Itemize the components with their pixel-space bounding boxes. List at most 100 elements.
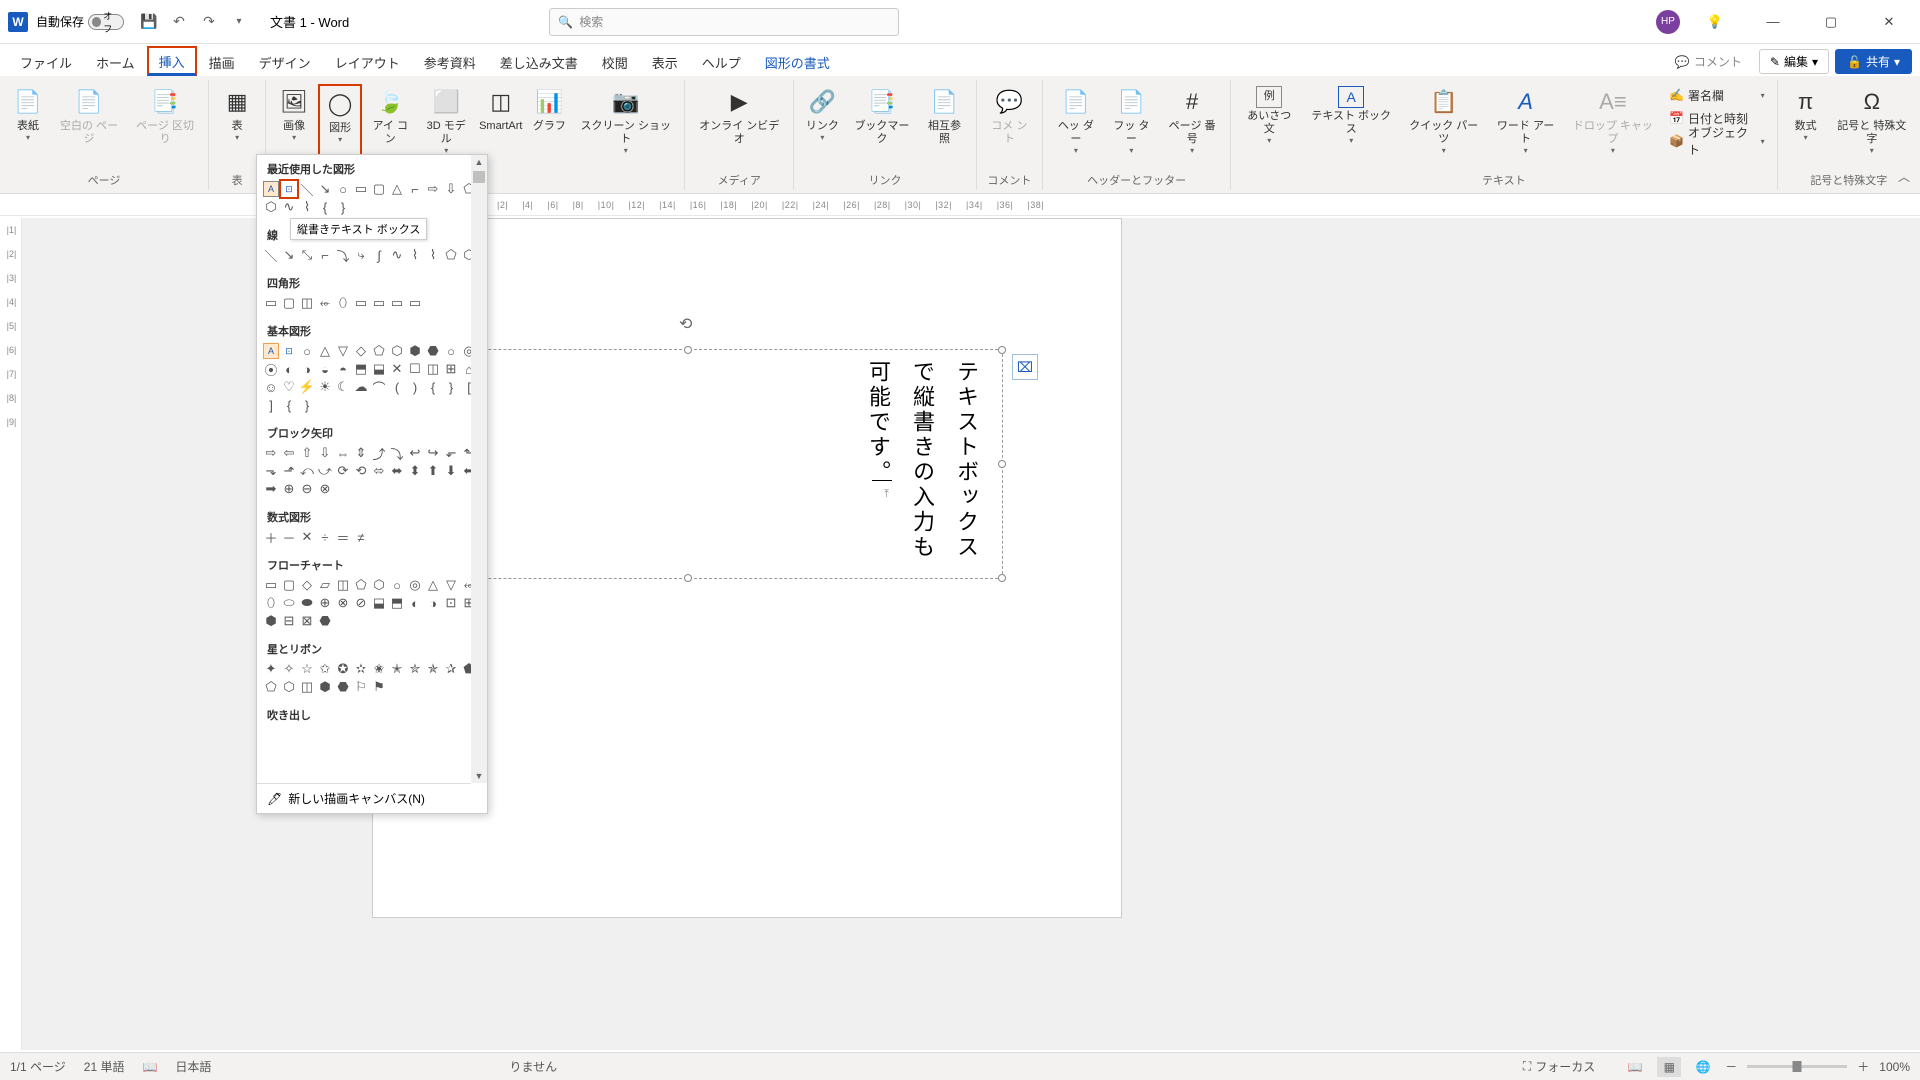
equation-button[interactable]: π数式▾ [1784, 84, 1828, 164]
page-indicator[interactable]: 1/1 ページ [10, 1058, 66, 1075]
shape-line2[interactable]: ＼ [263, 247, 279, 263]
shape-arrow-r[interactable]: ⇨ [425, 181, 441, 197]
minimize-button[interactable]: ― [1750, 7, 1796, 37]
layout-options-button[interactable]: ⌧ [1012, 354, 1038, 380]
comment-button[interactable]: 💬コメント [1664, 49, 1753, 74]
shape-freeform[interactable]: ⌇ [299, 199, 315, 215]
textbox-content[interactable]: テキストボックスで縦書きの入力も可能です。 [856, 360, 988, 578]
page-number-button[interactable]: #ページ 番号▾ [1160, 84, 1224, 164]
help-tips-icon[interactable]: 💡 [1692, 7, 1738, 37]
close-button[interactable]: ✕ [1866, 7, 1912, 37]
scroll-up-icon[interactable]: ▲ [471, 155, 487, 169]
tab-design[interactable]: デザイン [247, 47, 323, 76]
undo-icon[interactable]: ↶ [166, 9, 192, 35]
screenshot-button[interactable]: 📷スクリーン ショット▾ [573, 84, 678, 164]
user-avatar[interactable]: HP [1656, 10, 1680, 34]
focus-mode-button[interactable]: ⛶ フォーカス [1523, 1058, 1595, 1075]
shape-corner[interactable]: ⌐ [407, 181, 423, 197]
shape-line[interactable]: ＼ [299, 181, 315, 197]
tab-view[interactable]: 表示 [640, 47, 690, 76]
language-indicator[interactable]: 日本語 [175, 1058, 211, 1075]
search-input[interactable]: 🔍 検索 [549, 8, 899, 36]
tab-file[interactable]: ファイル [8, 47, 84, 76]
3d-models-button[interactable]: ⬜3D モデル▾ [418, 84, 474, 164]
tab-review[interactable]: 校閲 [590, 47, 640, 76]
bookmark-button[interactable]: 📑ブックマーク [846, 84, 917, 164]
tab-home[interactable]: ホーム [84, 47, 147, 76]
read-mode-button[interactable]: 📖 [1623, 1057, 1647, 1077]
shape-rect[interactable]: ▭ [353, 181, 369, 197]
print-layout-button[interactable]: ▦ [1657, 1057, 1681, 1077]
icons-button[interactable]: 🍃アイ コン [364, 84, 416, 164]
link-button[interactable]: 🔗リンク▾ [800, 84, 844, 164]
edit-mode-button[interactable]: ✎編集 ▾ [1759, 49, 1829, 74]
vertical-ruler[interactable]: |1||2||3||4||5||6||7||8||9| [2, 218, 22, 1050]
web-layout-button[interactable]: 🌐 [1691, 1057, 1715, 1077]
drop-cap-button[interactable]: A≡ドロップ キャップ▾ [1565, 84, 1661, 164]
autosave-toggle[interactable]: オフ [88, 14, 124, 30]
header-button[interactable]: 📄ヘッ ダー▾ [1049, 84, 1103, 164]
tab-help[interactable]: ヘルプ [690, 47, 753, 76]
resize-handle-ne[interactable] [998, 346, 1006, 354]
tab-references[interactable]: 参考資料 [412, 47, 488, 76]
shape-textbox-v[interactable]: ⊡ [281, 181, 297, 197]
shapes-button[interactable]: ◯図形▾ [318, 84, 362, 164]
blank-page-button[interactable]: 📄空白の ページ [52, 84, 126, 164]
tab-layout[interactable]: レイアウト [323, 47, 412, 76]
shape-arrow-d[interactable]: ⇩ [443, 181, 459, 197]
online-video-button[interactable]: ▶オンライ ンビデオ [691, 84, 787, 164]
shape-rounded-rect[interactable]: ▢ [371, 181, 387, 197]
shape-brace-r[interactable]: } [335, 199, 351, 215]
shape-arrow-line[interactable]: ↘ [317, 181, 333, 197]
save-icon[interactable]: 💾 [136, 9, 162, 35]
word-count[interactable]: 21 単語 [84, 1058, 125, 1075]
signature-button[interactable]: ✍署名欄▾ [1663, 84, 1771, 106]
accessibility-status[interactable]: りません [509, 1058, 557, 1075]
shape-triangle[interactable]: △ [389, 181, 405, 197]
zoom-percent[interactable]: 100% [1879, 1060, 1910, 1074]
tab-shape-format[interactable]: 図形の書式 [753, 47, 842, 76]
comment-insert-button[interactable]: 💬コメ ント [983, 84, 1037, 164]
resize-handle-e[interactable] [998, 460, 1006, 468]
zoom-out-button[interactable]: － [1725, 1058, 1737, 1075]
resize-handle-s[interactable] [684, 574, 692, 582]
tab-mailings[interactable]: 差し込み文書 [488, 47, 590, 76]
table-icon: ▦ [221, 86, 253, 118]
pictures-button[interactable]: 🖼画像▾ [272, 84, 316, 164]
cover-page-button[interactable]: 📄表紙▾ [6, 84, 50, 164]
shape-textbox-h[interactable]: A [263, 181, 279, 197]
wordart-button[interactable]: Aワード アート▾ [1488, 84, 1562, 164]
scroll-down-icon[interactable]: ▼ [471, 769, 487, 783]
resize-handle-se[interactable] [998, 574, 1006, 582]
shape-hexagon[interactable]: ⬡ [263, 199, 279, 215]
zoom-in-button[interactable]: ＋ [1857, 1058, 1869, 1075]
smartart-button[interactable]: ◫SmartArt [476, 84, 525, 164]
tab-insert[interactable]: 挿入 [147, 46, 197, 76]
qat-customize-icon[interactable]: ▾ [226, 9, 252, 35]
new-canvas-button[interactable]: 🖊 新しい描画キャンバス(N) [257, 783, 471, 813]
share-button[interactable]: 🔓共有 ▾ [1835, 49, 1912, 74]
scrollbar-thumb[interactable] [473, 171, 485, 183]
spell-check-icon[interactable]: 📖 [142, 1060, 157, 1074]
zoom-slider[interactable] [1747, 1065, 1847, 1068]
chart-button[interactable]: 📊グラフ [527, 84, 571, 164]
shape-curve[interactable]: ∿ [281, 199, 297, 215]
footer-button[interactable]: 📄フッ ター▾ [1105, 84, 1159, 164]
symbol-button[interactable]: Ω記号と 特殊文字▾ [1830, 84, 1914, 164]
resize-handle-n[interactable] [684, 346, 692, 354]
cross-ref-button[interactable]: 📄相互参照 [920, 84, 970, 164]
textbox-button[interactable]: Aテキスト ボックス▾ [1303, 84, 1399, 164]
quick-parts-button[interactable]: 📋クイック パーツ▾ [1401, 84, 1486, 164]
page-break-button[interactable]: 📑ページ 区切り [128, 84, 202, 164]
shape-brace-l[interactable]: { [317, 199, 333, 215]
table-button[interactable]: ▦表▾ [215, 84, 259, 164]
rotate-handle-icon[interactable]: ⟲ [679, 314, 697, 332]
tab-draw[interactable]: 描画 [197, 47, 247, 76]
shape-oval[interactable]: ○ [335, 181, 351, 197]
redo-icon[interactable]: ↷ [196, 9, 222, 35]
maximize-button[interactable]: ▢ [1808, 7, 1854, 37]
greeting-button[interactable]: 例あいさつ 文▾ [1237, 84, 1301, 164]
shapes-scrollbar[interactable]: ▲ ▼ [471, 155, 487, 783]
object-button[interactable]: 📦オブジェクト▾ [1663, 130, 1771, 152]
ribbon-collapse-button[interactable]: ︿ [1898, 168, 1910, 185]
